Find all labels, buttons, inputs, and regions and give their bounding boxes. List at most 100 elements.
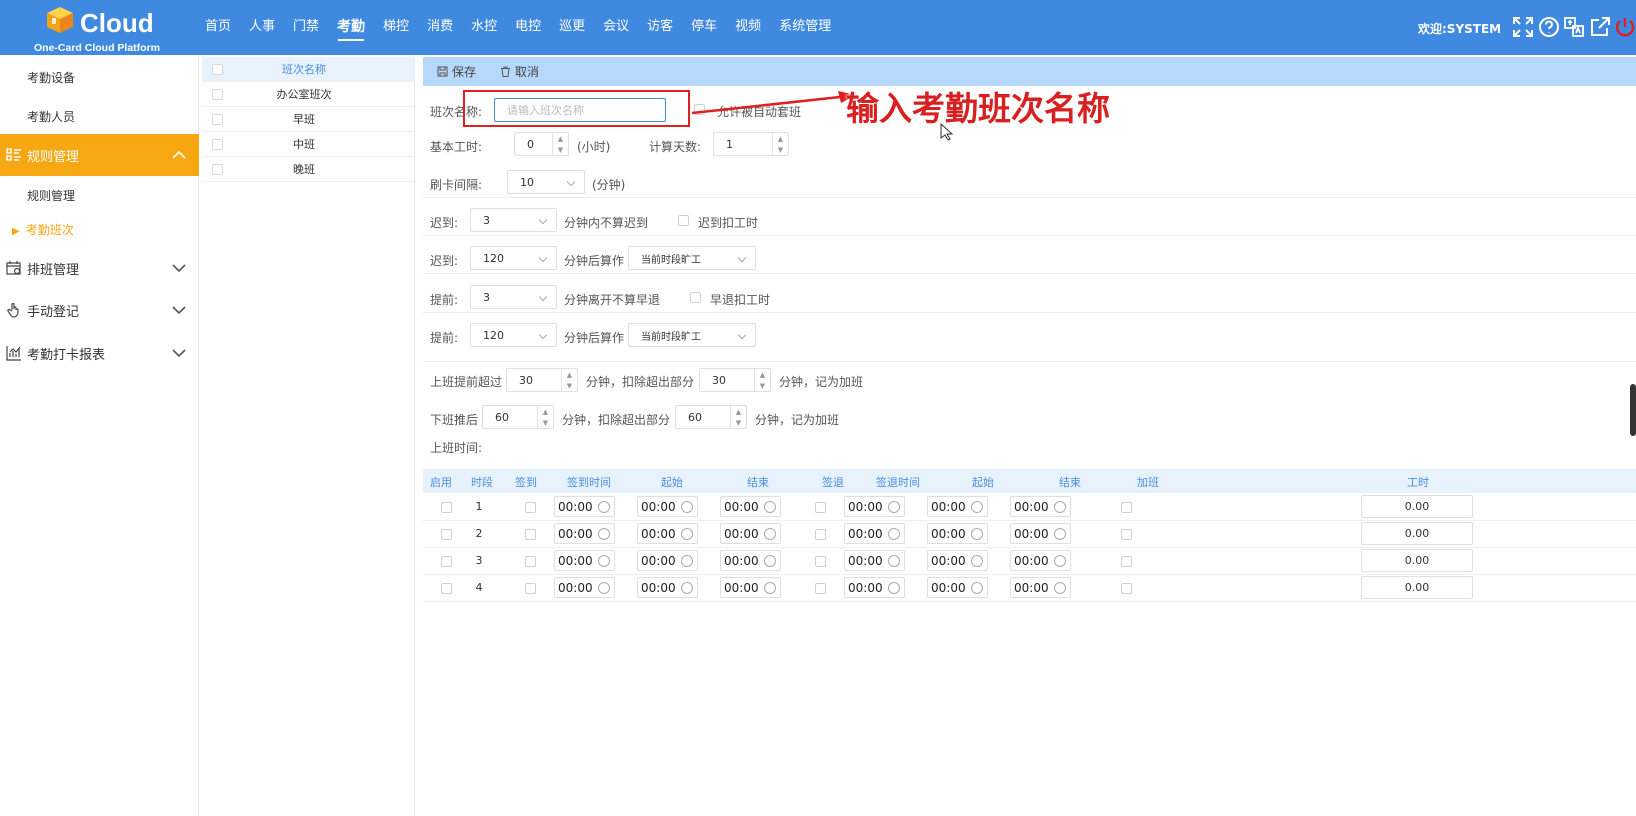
nav-item[interactable]: 首页 [196,0,240,55]
time-picker[interactable]: 00:00 [927,550,988,571]
ot-before-input[interactable]: 30 ▲ ▼ [506,368,578,392]
time-picker[interactable]: 00:00 [637,523,698,544]
swipe-interval-select[interactable]: 10 [507,170,585,194]
early-deduct-checkbox[interactable] [690,292,701,303]
row-checkbox[interactable] [815,556,826,567]
nav-item[interactable]: 梯控 [374,0,418,55]
spin-down-icon[interactable]: ▼ [755,380,770,391]
late-after-action-select[interactable]: 当前时段旷工 [628,246,756,270]
nav-item[interactable]: 电控 [506,0,550,55]
row-checkbox[interactable] [815,529,826,540]
early-after-action-select[interactable]: 当前时段旷工 [628,323,756,347]
spin-up-icon[interactable]: ▲ [731,406,746,417]
time-picker[interactable]: 00:00 [927,496,988,517]
nav-item[interactable]: 消费 [418,0,462,55]
time-picker[interactable]: 00:00 [927,523,988,544]
ot-after-deduct-input[interactable]: 60 ▲ ▼ [675,405,747,429]
row-checkbox[interactable] [441,502,452,513]
late-after-select[interactable]: 120 [470,246,557,270]
time-picker[interactable]: 00:00 [637,496,698,517]
early-grace-select[interactable]: 3 [470,285,557,309]
nav-item[interactable]: 巡更 [550,0,594,55]
row-checkbox[interactable] [525,583,536,594]
nav-item[interactable]: 考勤 [328,0,374,55]
base-hours-input[interactable]: 0 ▲ ▼ [514,132,569,156]
time-picker[interactable]: 00:00 [554,523,615,544]
translate-icon[interactable] [1563,16,1585,38]
nav-item[interactable]: 水控 [462,0,506,55]
sidebar-item-rules[interactable]: 规则管理 [27,187,75,204]
list-item[interactable]: 办公室班次 [202,82,415,107]
row-checkbox[interactable] [212,138,223,150]
row-checkbox[interactable] [1121,502,1132,513]
sidebar-group-report[interactable]: 考勤打卡报表 [0,332,199,374]
list-item[interactable]: 早班 [202,107,415,132]
spin-down-icon[interactable]: ▼ [773,144,788,155]
late-deduct-checkbox[interactable] [678,215,689,226]
row-checkbox[interactable] [441,529,452,540]
ot-before-deduct-input[interactable]: 30 ▲ ▼ [699,368,771,392]
row-checkbox[interactable] [815,583,826,594]
row-checkbox[interactable] [441,583,452,594]
sidebar-group-manual[interactable]: 手动登记 [0,289,199,331]
help-icon[interactable] [1538,16,1560,38]
row-checkbox[interactable] [525,502,536,513]
nav-item[interactable]: 会议 [594,0,638,55]
spin-down-icon[interactable]: ▼ [562,380,577,391]
row-checkbox[interactable] [1121,529,1132,540]
spin-up-icon[interactable]: ▲ [755,369,770,380]
sidebar-item-attendance-staff[interactable]: 考勤人员 [27,108,75,125]
select-all-checkbox[interactable] [212,63,223,75]
row-checkbox[interactable] [212,113,223,125]
spin-up-icon[interactable]: ▲ [773,133,788,144]
row-checkbox[interactable] [525,556,536,567]
cancel-button[interactable]: 取消 [500,63,539,80]
time-picker[interactable]: 00:00 [554,577,615,598]
ot-after-input[interactable]: 60 ▲ ▼ [482,405,554,429]
spin-up-icon[interactable]: ▲ [562,369,577,380]
power-icon[interactable] [1614,16,1636,38]
time-picker[interactable]: 00:00 [1010,523,1071,544]
spin-down-icon[interactable]: ▼ [731,417,746,428]
row-checkbox[interactable] [1121,556,1132,567]
spin-down-icon[interactable]: ▼ [538,417,553,428]
time-picker[interactable]: 00:00 [554,550,615,571]
nav-item[interactable]: 停车 [682,0,726,55]
nav-item[interactable]: 视频 [726,0,770,55]
row-checkbox[interactable] [1121,583,1132,594]
row-checkbox[interactable] [815,502,826,513]
scrollbar-thumb[interactable] [1630,384,1636,436]
time-picker[interactable]: 00:00 [554,496,615,517]
spin-up-icon[interactable]: ▲ [538,406,553,417]
spin-up-icon[interactable]: ▲ [553,133,568,144]
time-picker[interactable]: 00:00 [1010,550,1071,571]
nav-item[interactable]: 访客 [638,0,682,55]
time-picker[interactable]: 00:00 [637,550,698,571]
time-picker[interactable]: 00:00 [720,496,781,517]
time-picker[interactable]: 00:00 [844,523,905,544]
save-button[interactable]: 保存 [437,63,476,80]
calc-days-input[interactable]: 1 ▲ ▼ [713,132,789,156]
nav-item[interactable]: 人事 [240,0,284,55]
early-after-select[interactable]: 120 [470,323,557,347]
sidebar-item-attendance-device[interactable]: 考勤设备 [27,69,75,86]
time-picker[interactable]: 00:00 [844,496,905,517]
time-picker[interactable]: 00:00 [1010,496,1071,517]
time-picker[interactable]: 00:00 [1010,577,1071,598]
spin-down-icon[interactable]: ▼ [553,144,568,155]
nav-item[interactable]: 系统管理 [770,0,840,55]
time-picker[interactable]: 00:00 [844,577,905,598]
row-checkbox[interactable] [212,163,223,175]
time-picker[interactable]: 00:00 [844,550,905,571]
sidebar-group-schedule[interactable]: 排班管理 [0,247,199,289]
external-link-icon[interactable] [1589,16,1611,38]
nav-item[interactable]: 门禁 [284,0,328,55]
fullscreen-icon[interactable] [1512,16,1534,38]
time-picker[interactable]: 00:00 [720,577,781,598]
time-picker[interactable]: 00:00 [637,577,698,598]
list-item[interactable]: 中班 [202,132,415,157]
row-checkbox[interactable] [441,556,452,567]
time-picker[interactable]: 00:00 [927,577,988,598]
late-grace-select[interactable]: 3 [470,208,557,232]
row-checkbox[interactable] [212,88,223,100]
